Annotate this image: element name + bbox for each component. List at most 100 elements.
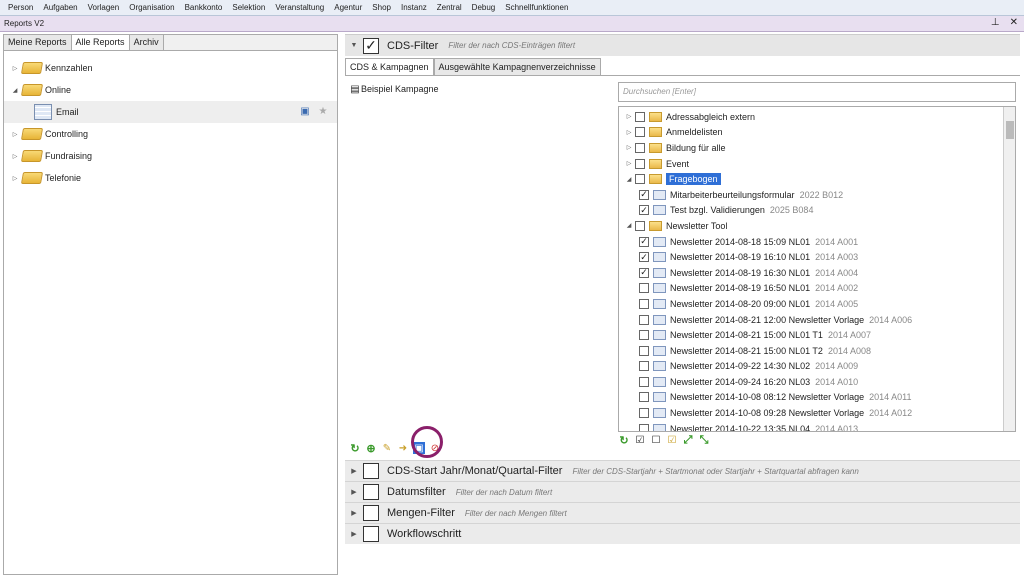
menu-item[interactable]: Veranstaltung <box>275 3 324 12</box>
menu-item[interactable]: Debug <box>472 3 496 12</box>
directory-row[interactable]: ✓ Newsletter 2014-08-19 16:30 NL01 2014 A0… <box>619 265 1015 281</box>
expand-icon[interactable]: ▷ <box>623 160 635 167</box>
directory-row[interactable]: Newsletter 2014-08-19 16:50 NL01 2014 A00… <box>619 281 1015 297</box>
menu-item[interactable]: Bankkonto <box>185 3 223 12</box>
move-icon[interactable]: ➜ <box>397 442 409 454</box>
row-checkbox[interactable] <box>639 345 649 356</box>
filter-checkbox[interactable] <box>363 505 379 521</box>
filter-checkbox[interactable] <box>363 463 379 479</box>
menu-item[interactable]: Agentur <box>334 3 362 12</box>
collapse-icon[interactable]: ◢ <box>10 87 20 94</box>
directory-row[interactable]: ✓ Test bzgl. Validierungen 2025 B084 <box>619 203 1015 219</box>
row-checkbox[interactable]: ✓ <box>639 267 649 278</box>
row-checkbox[interactable]: ✓ <box>639 189 649 200</box>
filter-checkbox[interactable] <box>363 526 379 542</box>
filter-header[interactable]: ▶ Datumsfilter Filter der nach Datum filte… <box>345 481 1020 502</box>
tree-item-fundraising[interactable]: ▷ Fundraising <box>4 145 337 167</box>
row-checkbox[interactable] <box>639 376 649 387</box>
menu-item[interactable]: Zentral <box>437 3 462 12</box>
uncheck-all-icon[interactable]: ☐ <box>650 434 662 446</box>
expand-all-icon[interactable]: ⤢ <box>682 434 694 446</box>
campaign-item[interactable]: ▤ Beispiel Kampagne <box>349 82 612 96</box>
menu-item[interactable]: Aufgaben <box>43 3 77 12</box>
close-icon[interactable]: ✕ <box>1010 17 1018 28</box>
expand-icon[interactable]: ▶ <box>345 530 363 538</box>
filter-header[interactable]: ▶ Workflowschritt <box>345 523 1020 544</box>
tree-item-telefonie[interactable]: ▷ Telefonie <box>4 167 337 189</box>
row-checkbox[interactable]: ✓ <box>639 205 649 216</box>
directory-row[interactable]: Newsletter 2014-08-21 12:00 Newsletter V… <box>619 312 1015 328</box>
directory-row[interactable]: Newsletter 2014-09-24 16:20 NL03 2014 A01… <box>619 374 1015 390</box>
directory-row[interactable]: Newsletter 2014-09-22 14:30 NL02 2014 A00… <box>619 359 1015 375</box>
expand-icon[interactable]: ▷ <box>10 153 20 160</box>
filter-header[interactable]: ▶ Mengen-Filter Filter der nach Mengen fil… <box>345 502 1020 523</box>
row-checkbox[interactable] <box>639 298 649 309</box>
directory-row[interactable]: Newsletter 2014-10-08 08:12 Newsletter V… <box>619 390 1015 406</box>
add-icon[interactable]: ⊕ <box>365 442 377 455</box>
expand-icon[interactable]: ▷ <box>10 131 20 138</box>
refresh-icon[interactable]: ↻ <box>618 434 630 447</box>
edit-icon[interactable]: ✎ <box>381 442 393 454</box>
menu-item[interactable]: Shop <box>372 3 391 12</box>
row-checkbox[interactable] <box>635 158 645 169</box>
row-checkbox[interactable]: ✓ <box>639 252 649 263</box>
row-checkbox[interactable] <box>635 220 645 231</box>
tab-archiv[interactable]: Archiv <box>129 35 164 50</box>
directory-row[interactable]: ✓ Newsletter 2014-08-19 16:10 NL01 2014 A0… <box>619 249 1015 265</box>
expand-icon[interactable]: ▷ <box>10 65 20 72</box>
expand-icon[interactable]: ▷ <box>623 144 635 151</box>
tab-alle-reports[interactable]: Alle Reports <box>71 35 130 50</box>
row-checkbox[interactable] <box>639 283 649 294</box>
expand-icon[interactable]: ▷ <box>623 129 635 136</box>
collapse-all-icon[interactable]: ⤡ <box>698 434 710 446</box>
scrollbar[interactable] <box>1003 107 1015 431</box>
row-checkbox[interactable]: ✓ <box>639 236 649 247</box>
menu-item[interactable]: Selektion <box>232 3 265 12</box>
expand-icon[interactable]: ◢ <box>623 176 635 183</box>
directory-row[interactable]: ◢ Fragebogen <box>619 171 1015 187</box>
menu-item[interactable]: Schnellfunktionen <box>505 3 568 12</box>
expand-icon[interactable]: ▷ <box>623 113 635 120</box>
directory-row[interactable]: ▷ Anmeldelisten <box>619 125 1015 141</box>
tree-item-kennzahlen[interactable]: ▷ Kennzahlen <box>4 57 337 79</box>
menu-item[interactable]: Vorlagen <box>88 3 120 12</box>
filter-header[interactable]: ▶ CDS-Start Jahr/Monat/Quartal-Filter Filt… <box>345 460 1020 481</box>
directory-row[interactable]: Newsletter 2014-10-08 09:28 Newsletter V… <box>619 405 1015 421</box>
refresh-icon[interactable]: ↻ <box>349 442 361 455</box>
directory-row[interactable]: Newsletter 2014-10-22 13:35 NL04 2014 A01… <box>619 421 1015 431</box>
directory-row[interactable]: ✓ Mitarbeiterbeurteilungsformular 2022 B01… <box>619 187 1015 203</box>
check-all-icon[interactable]: ☑ <box>634 434 646 446</box>
expand-icon[interactable]: ▶ <box>345 488 363 496</box>
pin-icon[interactable]: ⊥ <box>991 17 1000 28</box>
cds-filter-header[interactable]: ▼ ✓ CDS-Filter Filter der nach CDS-Eintr… <box>345 34 1020 56</box>
tab-meine-reports[interactable]: Meine Reports <box>4 35 72 50</box>
directory-row[interactable]: Newsletter 2014-08-21 15:00 NL01 T2 2014 … <box>619 343 1015 359</box>
tree-item-online[interactable]: ◢ Online <box>4 79 337 101</box>
row-checkbox[interactable] <box>639 314 649 325</box>
directory-row[interactable]: Newsletter 2014-08-20 09:00 NL01 2014 A00… <box>619 296 1015 312</box>
row-checkbox[interactable] <box>639 361 649 372</box>
directory-row[interactable]: ▷ Event <box>619 156 1015 172</box>
menu-item[interactable]: Organisation <box>129 3 174 12</box>
directory-row[interactable]: Newsletter 2014-08-21 15:00 NL01 T1 2014 … <box>619 327 1015 343</box>
star-icon[interactable]: ★ <box>317 105 329 117</box>
tree-item-controlling[interactable]: ▷ Controlling <box>4 123 337 145</box>
scrollbar-thumb[interactable] <box>1006 121 1014 139</box>
row-checkbox[interactable] <box>635 111 645 122</box>
check-folder-icon[interactable]: ☑ <box>666 434 678 446</box>
expand-icon[interactable]: ▷ <box>10 175 20 182</box>
directory-row[interactable]: ✓ Newsletter 2014-08-18 15:09 NL01 2014 A0… <box>619 234 1015 250</box>
tab-cds-kampagnen[interactable]: CDS & Kampagnen <box>345 58 434 75</box>
search-input[interactable]: Durchsuchen [Enter] <box>618 82 1016 102</box>
collapse-icon[interactable]: ▼ <box>345 42 363 49</box>
row-checkbox[interactable] <box>639 408 649 419</box>
menu-item[interactable]: Instanz <box>401 3 427 12</box>
expand-icon[interactable]: ▶ <box>345 509 363 517</box>
report-run-icon[interactable]: ▣ <box>299 105 311 117</box>
directory-row[interactable]: ◢ Newsletter Tool <box>619 218 1015 234</box>
row-checkbox[interactable] <box>639 330 649 341</box>
cds-filter-checkbox[interactable]: ✓ <box>363 37 379 54</box>
tab-ausgewaehlte-verzeichnisse[interactable]: Ausgewählte Kampagnenverzeichnisse <box>433 58 601 75</box>
expand-icon[interactable]: ◢ <box>623 222 635 229</box>
expand-icon[interactable]: ▶ <box>345 467 363 475</box>
